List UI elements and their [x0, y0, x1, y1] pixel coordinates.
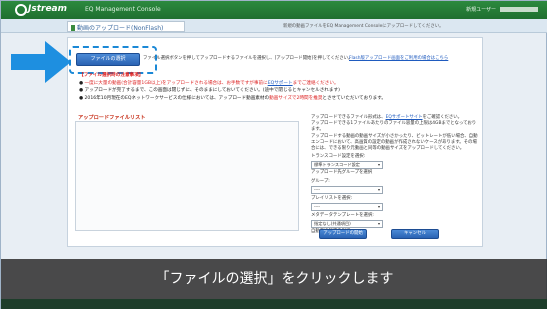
notice-box: 【ファイル選択時の注意事項】 ● 一度に大量の動画(合計容量1GB以上)をアップ…	[79, 72, 386, 102]
flash-upload-link[interactable]: Flash版アップロード画面をご利用の場合はこちら	[349, 55, 448, 61]
chevron-down-icon: ▾	[377, 221, 380, 227]
metadata-label: メタデータテンプレートを選択:	[311, 213, 374, 219]
app-window: Jstream EQ Management Console 新規ユーザー 動画の…	[0, 0, 547, 309]
size-note: アップロードできる1ファイルあたりのファイル容量の上限は4GBまでとなっておりま…	[311, 121, 477, 133]
console-title: EQ Management Console	[85, 6, 161, 13]
instruction-caption: 「ファイルの選択」をクリックします	[1, 259, 547, 299]
playlist-select[interactable]: ---- ▾	[311, 203, 383, 212]
chevron-down-icon: ▾	[377, 162, 380, 168]
logo-ring-icon	[15, 4, 27, 16]
title-marker-icon	[71, 25, 75, 31]
notice-item: ● アップロードが完了するまで、この画面は閉じずに、そのままにしておいてください…	[79, 88, 340, 93]
notice-item: ● 一度に大量の動画(合計容量1GB以上)をアップロードされる場合は、お手数です…	[79, 80, 339, 86]
transcode-label: トランスコード設定を選択:	[311, 154, 366, 160]
playlist-label: プレイリストを選択:	[311, 195, 352, 201]
upload-list-title: アップロードファイルリスト	[78, 115, 146, 121]
pointer-arrow-icon	[11, 41, 71, 83]
select-instructions: ファイル選択ボタンを押してアップロードするファイルを選択し、[アップロード開始]…	[143, 56, 353, 61]
group-select[interactable]: ---- ▾	[311, 185, 383, 194]
user-label: 新規ユーザー	[466, 7, 496, 13]
user-info[interactable]: 新規ユーザー	[466, 6, 538, 13]
user-name-redacted	[500, 7, 538, 12]
brand-logo: Jstream	[15, 3, 75, 17]
eq-support-link[interactable]: EQサポート	[268, 81, 293, 86]
footer-bar	[1, 299, 547, 309]
brand-name: Jstream	[28, 4, 68, 14]
chevron-down-icon: ▾	[377, 186, 380, 192]
upload-settings-panel: アップロードできるファイル形式は、EQサポートサイトをご確認ください。 アップロ…	[311, 115, 479, 235]
page-info: 新規の動画ファイルをEQ Management Consoleにアップロードして…	[283, 24, 444, 29]
metadata-select[interactable]: 指定なし(共通項目) ▾	[311, 220, 383, 229]
chevron-down-icon: ▾	[377, 204, 380, 210]
start-upload-button[interactable]: アップロードの開始	[319, 229, 367, 239]
group-label: グループ:	[311, 178, 330, 184]
support-site-link[interactable]: EQサポートサイト	[386, 115, 423, 120]
header-bar: Jstream EQ Management Console 新規ユーザー	[1, 1, 547, 19]
transcode-option: アップロード先グループを選択	[311, 170, 373, 176]
cancel-button[interactable]: キャンセル	[391, 229, 439, 239]
page-title: 動画のアップロード(NonFlash)	[67, 21, 185, 32]
notice-item: ● 2016年10月現在のEQネットワークサービスの仕様においては、アップロード…	[79, 95, 386, 101]
transcode-select[interactable]: 標準トランスコード設定 ▾	[311, 161, 383, 170]
quality-note: アップロードする動画の動画サイズが小さかったり、ビットレートが低い場合、自動エン…	[311, 133, 478, 152]
upload-file-list[interactable]	[75, 121, 299, 231]
select-file-button[interactable]: ファイルの選択	[76, 53, 140, 66]
notice-heading: 【ファイル選択時の注意事項】	[79, 73, 144, 78]
